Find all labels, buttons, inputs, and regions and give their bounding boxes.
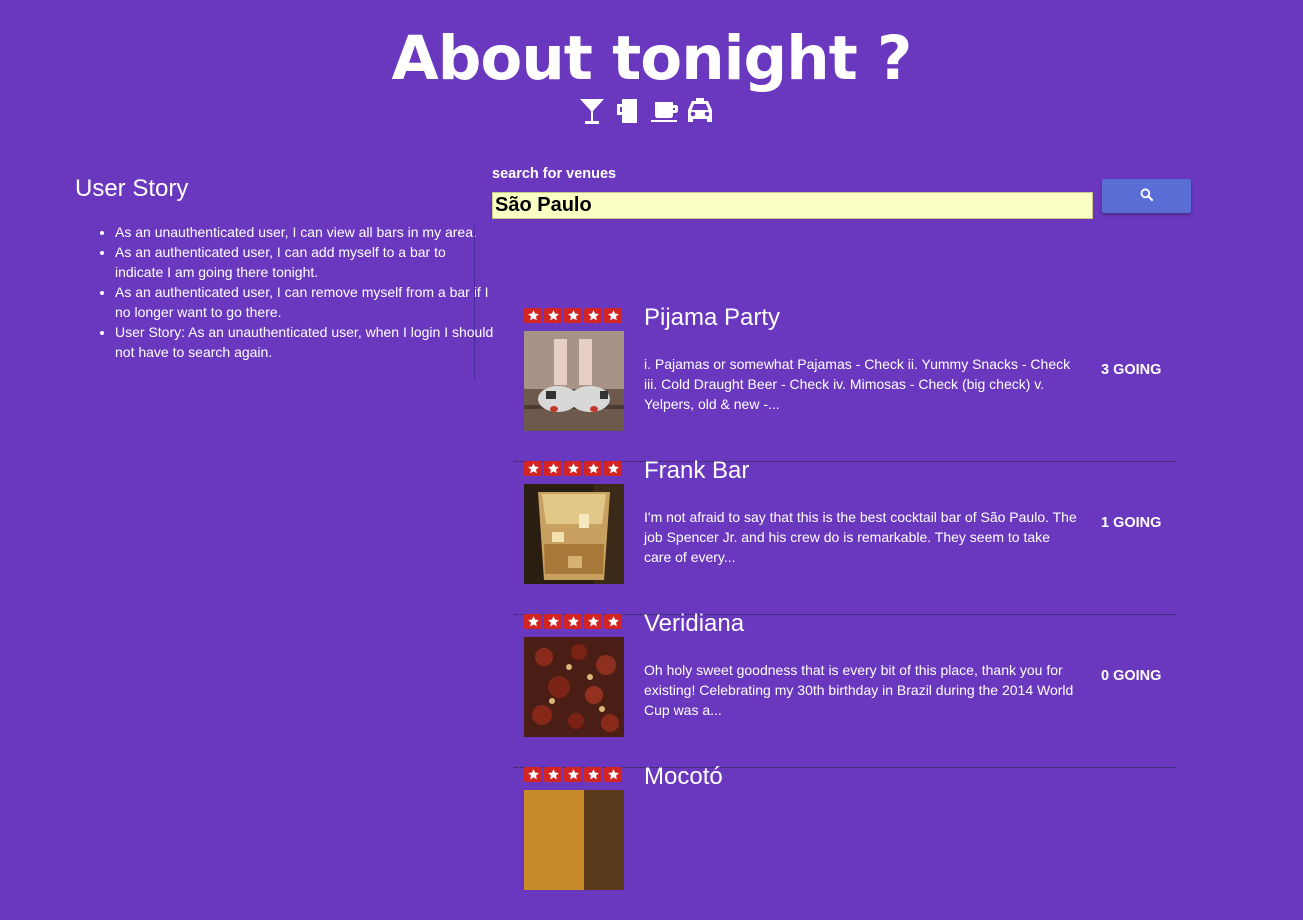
- star-icon: [584, 767, 602, 782]
- star-icon: [544, 614, 562, 629]
- star-icon: [524, 461, 542, 476]
- star-icon: [544, 767, 562, 782]
- star-icon: [564, 767, 582, 782]
- venue-photo[interactable]: [524, 331, 624, 431]
- star-icon: [584, 461, 602, 476]
- user-story-title: User Story: [75, 175, 189, 202]
- star-icon: [524, 308, 542, 323]
- venue-item[interactable]: Veridiana Oh holy sweet goodness that is…: [514, 610, 1175, 768]
- rating-stars: [524, 308, 622, 323]
- rating-stars: [524, 461, 622, 476]
- venue-photo[interactable]: [524, 790, 624, 890]
- venue-name[interactable]: Frank Bar: [644, 457, 749, 485]
- venue-name[interactable]: Mocotó: [644, 763, 723, 791]
- star-icon: [544, 461, 562, 476]
- search-label: search for venues: [492, 166, 617, 182]
- taxi-icon: [685, 96, 715, 128]
- star-icon: [524, 614, 542, 629]
- star-icon: [544, 308, 562, 323]
- venue-item[interactable]: Pijama Party i. Pajamas or somewhat Paja…: [514, 304, 1175, 462]
- beer-mug-icon: [613, 96, 643, 128]
- venue-item[interactable]: Mocotó: [514, 763, 1175, 920]
- star-icon: [564, 308, 582, 323]
- coffee-cup-icon: [649, 96, 679, 128]
- list-item: As an authenticated user, I can remove m…: [115, 282, 495, 322]
- star-icon: [564, 614, 582, 629]
- rating-stars: [524, 614, 622, 629]
- star-icon: [604, 614, 622, 629]
- list-item: As an authenticated user, I can add myse…: [115, 242, 495, 282]
- user-story-list: As an unauthenticated user, I can view a…: [75, 222, 495, 362]
- venue-name[interactable]: Veridiana: [644, 610, 744, 638]
- venue-description: I'm not afraid to say that this is the b…: [644, 509, 1077, 565]
- going-count[interactable]: 0 GOING: [1101, 668, 1161, 684]
- going-count[interactable]: 3 GOING: [1101, 362, 1161, 378]
- list-item: As an unauthenticated user, I can view a…: [115, 222, 495, 242]
- search-input[interactable]: [492, 192, 1093, 219]
- star-icon: [604, 461, 622, 476]
- venue-description: Oh holy sweet goodness that is every bit…: [644, 662, 1074, 718]
- star-icon: [524, 767, 542, 782]
- venue-name[interactable]: Pijama Party: [644, 304, 780, 332]
- star-icon: [564, 461, 582, 476]
- search-button[interactable]: [1102, 179, 1191, 213]
- star-icon: [604, 308, 622, 323]
- page-title: About tonight ?: [391, 23, 913, 94]
- search-icon: [1140, 188, 1153, 204]
- going-count[interactable]: 1 GOING: [1101, 515, 1161, 531]
- list-item: User Story: As an unauthenticated user, …: [115, 322, 495, 362]
- cocktail-icon: [577, 96, 607, 128]
- venue-photo[interactable]: [524, 637, 624, 737]
- star-icon: [584, 308, 602, 323]
- category-icons: [577, 96, 715, 128]
- column-divider: [474, 226, 475, 381]
- venue-item[interactable]: Frank Bar I'm not afraid to say that thi…: [514, 457, 1175, 615]
- star-icon: [604, 767, 622, 782]
- venue-description: i. Pajamas or somewhat Pajamas - Check i…: [644, 356, 1071, 412]
- star-icon: [584, 614, 602, 629]
- rating-stars: [524, 767, 622, 782]
- venue-photo[interactable]: [524, 484, 624, 584]
